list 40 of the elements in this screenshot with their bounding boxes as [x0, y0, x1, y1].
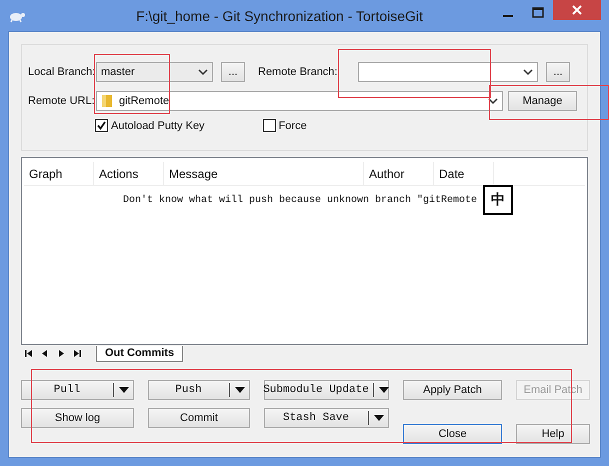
action-button[interactable]: Push — [148, 380, 250, 400]
previous-icon[interactable] — [40, 349, 50, 358]
status-message: Don't know what will push because unknown branch "gitRemote — [123, 195, 478, 206]
action-button[interactable]: Show log — [21, 408, 134, 428]
manage-button[interactable]: Manage — [508, 91, 577, 111]
local-branch-dropdown[interactable]: master — [96, 62, 213, 82]
window-title: F:\git_home - Git Synchronization - TortoiseGit — [135, 8, 424, 24]
checkbox[interactable]: Autoload Putty Key — [95, 119, 205, 132]
action-button[interactable]: Commit — [148, 408, 250, 428]
chevron-icon — [523, 68, 533, 76]
remote-url-dropdown[interactable]: gitRemote — [96, 91, 503, 111]
first-icon[interactable] — [24, 349, 34, 358]
checkbox-icon — [95, 119, 108, 132]
checkbox[interactable]: Force — [262, 119, 307, 132]
ime-indicator: 中 — [483, 185, 513, 215]
column-header[interactable]: Graph — [24, 162, 94, 185]
column-header[interactable]: Message — [164, 162, 364, 185]
dialog-button[interactable]: Close — [403, 424, 502, 444]
field-label: Local Branch: — [28, 66, 96, 78]
last-icon[interactable] — [72, 349, 82, 358]
column-header[interactable]: Actions — [94, 162, 164, 185]
field-label: Remote Branch: — [258, 66, 338, 78]
field-label: Remote URL: — [28, 95, 96, 107]
dialog-button[interactable]: Help — [516, 424, 590, 444]
next-icon[interactable] — [56, 349, 66, 358]
chevron-icon — [198, 68, 208, 76]
close-icon — [571, 4, 583, 16]
browse-button[interactable]: ... — [546, 62, 570, 82]
action-button[interactable]: Pull — [21, 380, 134, 400]
column-header[interactable]: Author — [364, 162, 434, 185]
action-button[interactable]: Stash Save — [264, 408, 389, 428]
folder-icon — [101, 94, 113, 108]
browse-button[interactable]: ... — [221, 62, 245, 82]
action-button[interactable]: Apply Patch — [403, 380, 502, 400]
close-button[interactable] — [553, 0, 601, 20]
action-button[interactable]: Submodule Update — [264, 380, 389, 400]
chevron-icon — [488, 98, 498, 104]
maximize-icon[interactable] — [531, 6, 545, 20]
checkbox-icon — [262, 119, 276, 132]
tab[interactable]: Out Commits — [96, 346, 184, 362]
